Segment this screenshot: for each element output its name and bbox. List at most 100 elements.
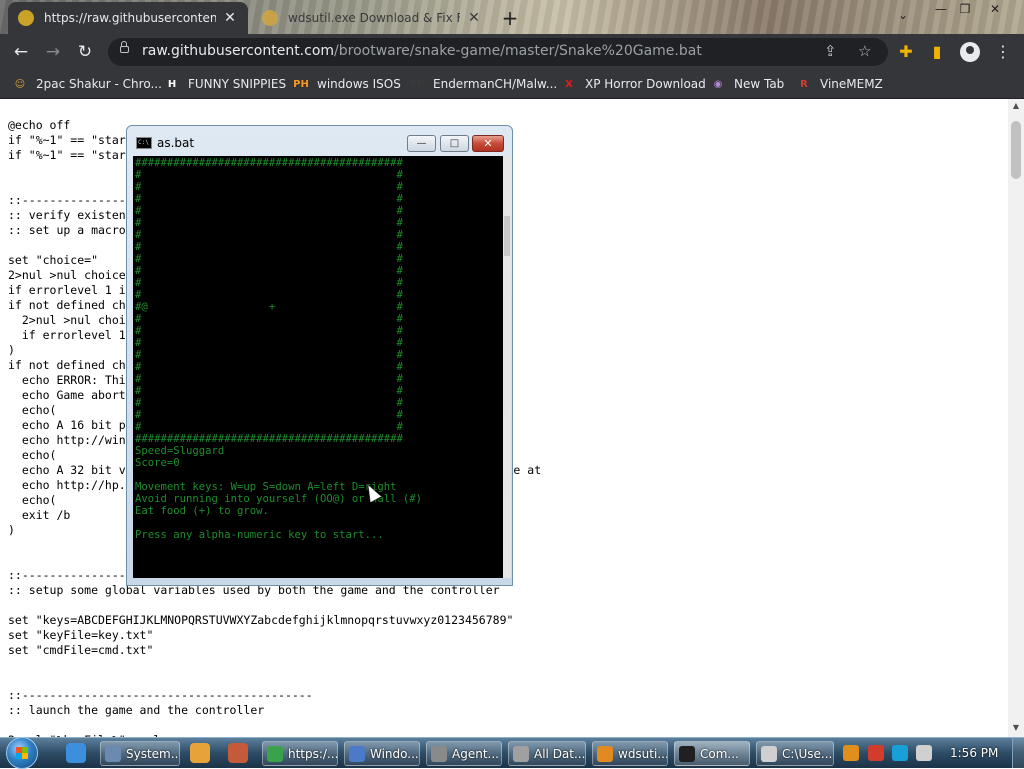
- taskbar-item-icon: [679, 745, 695, 762]
- taskbar-item-active[interactable]: Com...: [674, 741, 750, 766]
- bookmark-item[interactable]: PH windows ISOS: [293, 75, 401, 93]
- url-host: raw.githubusercontent.com: [142, 43, 335, 59]
- bookmark-favicon-icon: H: [167, 78, 177, 90]
- gimp-icon[interactable]: [228, 743, 248, 763]
- console-screen[interactable]: ########################################…: [133, 156, 503, 578]
- bookmark-label: 2pac Shakur - Chro...: [36, 77, 162, 91]
- scroll-down-icon[interactable]: ▼: [1008, 723, 1024, 732]
- extensions-icon[interactable]: ✚: [895, 42, 917, 61]
- bookmark-item[interactable]: ☺ 2pac Shakur - Chro...: [12, 75, 162, 93]
- console-window[interactable]: C:\ as.bat — □ ✕ #######################…: [126, 125, 513, 586]
- volume-tray-icon[interactable]: [916, 745, 932, 761]
- internet-explorer-icon[interactable]: [66, 743, 86, 763]
- bookmark-favicon-icon: R: [800, 78, 808, 90]
- taskbar-item-icon: [597, 745, 613, 762]
- taskbar-item-icon: [431, 745, 447, 762]
- taskbar-item[interactable]: C:\Use...: [756, 741, 834, 766]
- bookmark-favicon-icon: PH: [293, 78, 309, 90]
- taskbar-item-label: Windo...: [370, 746, 419, 761]
- taskbar-item[interactable]: Agent...: [426, 741, 502, 766]
- reload-button[interactable]: ↻: [74, 42, 96, 62]
- taskbar-item-label: Com...: [700, 746, 739, 761]
- taskbar-item[interactable]: wdsuti...: [592, 741, 668, 766]
- console-title: as.bat: [157, 136, 195, 150]
- console-maximize-button[interactable]: □: [440, 135, 469, 152]
- browser-toolbar: ← → ↻ raw.githubusercontent.com/brootwar…: [0, 34, 1024, 70]
- console-title-bar[interactable]: C:\ as.bat — □ ✕: [127, 126, 512, 156]
- url-path: /brootware/snake-game/master/Snake%20Gam…: [334, 43, 702, 59]
- profile-avatar[interactable]: [960, 42, 980, 62]
- scroll-up-icon[interactable]: ▲: [1008, 101, 1024, 110]
- bookmark-favicon-icon: ☺: [14, 78, 26, 90]
- taskbar-item-icon: [105, 745, 121, 762]
- console-output: ########################################…: [135, 157, 423, 541]
- taskbar-item-label: C:\Use...: [782, 746, 833, 761]
- search-tray-icon[interactable]: [843, 745, 859, 761]
- bookmark-favicon-icon: ◉: [713, 78, 723, 90]
- tab-search-icon[interactable]: ⌄: [898, 8, 908, 22]
- new-tab-button[interactable]: +: [500, 6, 520, 30]
- tab-active[interactable]: https://raw.githubusercontent.com/brootw…: [8, 2, 248, 34]
- menu-icon[interactable]: ⋮: [992, 42, 1014, 61]
- taskbar-item-label: wdsuti...: [618, 746, 668, 761]
- tab-favicon-icon: [18, 10, 34, 26]
- page-scrollbar[interactable]: ▲ ▼: [1008, 99, 1024, 737]
- console-minimize-button[interactable]: —: [407, 135, 436, 152]
- console-app-icon: C:\: [136, 137, 152, 149]
- taskbar-item[interactable]: Windo...: [344, 741, 420, 766]
- taskbar-item-label: https:/...: [288, 746, 338, 761]
- bookmark-favicon-icon: YP: [409, 78, 425, 90]
- flag-tray-icon[interactable]: [868, 745, 884, 761]
- window-minimize-button[interactable]: —: [930, 0, 952, 18]
- taskbar: System... https:/... Windo... Agent... A…: [0, 737, 1024, 769]
- bookmark-label: XP Horror Download: [585, 77, 706, 91]
- side-panel-icon[interactable]: ▮: [926, 42, 948, 61]
- media-player-icon[interactable]: [190, 743, 210, 763]
- show-desktop-button[interactable]: [1012, 738, 1024, 768]
- tab-inactive[interactable]: wdsutil.exe Download & Fix For Windows ✕: [252, 2, 492, 34]
- share-icon[interactable]: ⇪: [824, 42, 837, 60]
- bookmarks-bar: ☺ 2pac Shakur - Chro... H FUNNY SNIPPIES…: [0, 70, 1024, 99]
- bookmark-label: windows ISOS: [317, 77, 401, 91]
- taskbar-item-icon: [513, 745, 529, 762]
- taskbar-item-label: System...: [126, 746, 180, 761]
- bookmark-item[interactable]: X XP Horror Download: [561, 75, 706, 93]
- bookmark-star-icon[interactable]: ☆: [858, 42, 871, 60]
- tab-title: https://raw.githubusercontent.com/brootw…: [44, 11, 216, 25]
- lock-icon[interactable]: [120, 41, 129, 53]
- display-tray-icon[interactable]: [892, 745, 908, 761]
- taskbar-item[interactable]: System...: [100, 741, 180, 766]
- taskbar-item-icon: [761, 745, 777, 762]
- bookmark-item[interactable]: R VineMEMZ: [796, 75, 883, 93]
- tab-close-icon[interactable]: ✕: [466, 10, 482, 26]
- address-bar[interactable]: raw.githubusercontent.com/brootware/snak…: [108, 38, 888, 66]
- console-scrollbar[interactable]: [503, 156, 511, 578]
- bookmark-item[interactable]: ◉ New Tab: [710, 75, 785, 93]
- taskbar-item[interactable]: https:/...: [262, 741, 338, 766]
- bookmark-item[interactable]: YP EndermanCH/Malw...: [409, 75, 558, 93]
- bookmark-item[interactable]: H FUNNY SNIPPIES: [164, 75, 286, 93]
- tab-favicon-icon: [262, 10, 278, 26]
- window-restore-button[interactable]: ❐: [954, 0, 976, 18]
- window-close-button[interactable]: ✕: [984, 0, 1006, 18]
- taskbar-clock[interactable]: 1:56 PM: [950, 746, 998, 760]
- forward-button[interactable]: →: [42, 42, 64, 62]
- bookmark-label: VineMEMZ: [820, 77, 883, 91]
- tab-strip: https://raw.githubusercontent.com/brootw…: [0, 0, 1024, 34]
- url-text: raw.githubusercontent.com/brootware/snak…: [142, 43, 702, 59]
- tab-title: wdsutil.exe Download & Fix For Windows: [288, 11, 460, 25]
- scrollbar-thumb[interactable]: [1011, 121, 1021, 179]
- taskbar-item-icon: [267, 745, 283, 762]
- bookmark-label: FUNNY SNIPPIES: [188, 77, 287, 91]
- back-button[interactable]: ←: [10, 42, 32, 62]
- taskbar-item-label: All Dat...: [534, 746, 586, 761]
- taskbar-item-icon: [349, 745, 365, 762]
- tab-close-icon[interactable]: ✕: [222, 10, 238, 26]
- start-button[interactable]: [6, 737, 38, 769]
- taskbar-item[interactable]: All Dat...: [508, 741, 586, 766]
- taskbar-item-label: Agent...: [452, 746, 499, 761]
- bookmark-favicon-icon: X: [565, 78, 573, 90]
- console-close-button[interactable]: ✕: [472, 135, 504, 152]
- console-scrollbar-thumb[interactable]: [504, 216, 510, 256]
- bookmark-label: EndermanCH/Malw...: [433, 77, 558, 91]
